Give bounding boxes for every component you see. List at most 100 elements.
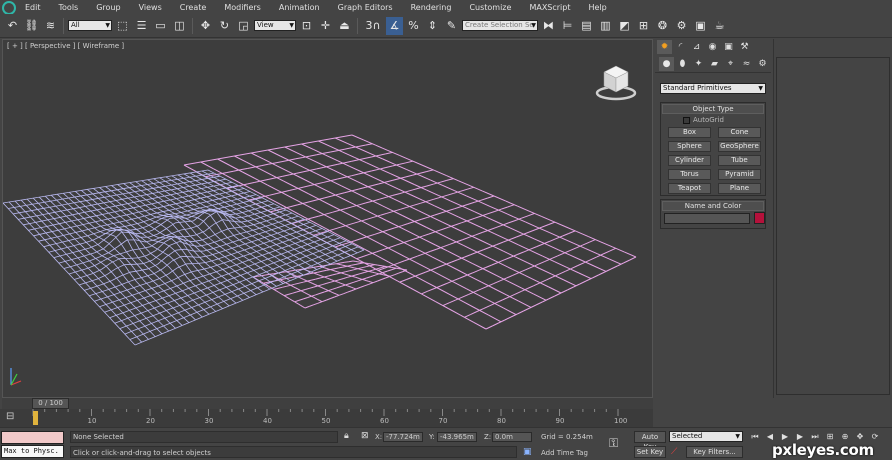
- viewcube-icon[interactable]: [595, 62, 637, 102]
- y-coordinate-field[interactable]: -43.965m: [437, 432, 477, 442]
- add-time-tag[interactable]: Add Time Tag: [541, 449, 588, 457]
- time-tag-icon[interactable]: ▣: [523, 447, 532, 457]
- pink-grid-line: [295, 143, 304, 146]
- layer-manager-icon[interactable]: ▤: [578, 17, 595, 35]
- key-filter-dropdown[interactable]: Selected: [669, 431, 743, 442]
- object-name-input[interactable]: [664, 213, 750, 224]
- menu-tools[interactable]: Tools: [50, 3, 88, 12]
- torus-button[interactable]: Torus: [668, 169, 711, 180]
- menu-create[interactable]: Create: [171, 3, 216, 12]
- sphere-button[interactable]: Sphere: [668, 141, 711, 152]
- plane-button[interactable]: Plane: [718, 183, 761, 194]
- object-color-swatch[interactable]: [754, 212, 765, 224]
- utilities-tab-icon[interactable]: ⚒: [737, 40, 752, 54]
- modify-tab-icon[interactable]: ◜: [673, 40, 688, 54]
- helpers-icon[interactable]: ⌖: [723, 57, 738, 71]
- menu-graph-editors[interactable]: Graph Editors: [329, 3, 402, 12]
- select-object-icon[interactable]: ⬚: [114, 17, 131, 35]
- pivot-center-icon[interactable]: ⊡: [298, 17, 315, 35]
- menu-animation[interactable]: Animation: [270, 3, 329, 12]
- menu-maxscript[interactable]: MAXScript: [520, 3, 579, 12]
- geosphere-button[interactable]: GeoSphere: [718, 141, 761, 152]
- selection-filter-dropdown[interactable]: All: [68, 20, 112, 31]
- cameras-icon[interactable]: ▰: [707, 57, 722, 71]
- spinner-snap-icon[interactable]: ⇕: [424, 17, 441, 35]
- tube-button[interactable]: Tube: [718, 155, 761, 166]
- viewport-label[interactable]: [ + ] [ Perspective ] [ Wireframe ]: [7, 42, 124, 50]
- snap-toggle-icon[interactable]: 3 ∩: [362, 17, 384, 35]
- named-selection-dropdown[interactable]: Create Selection Se: [462, 20, 538, 31]
- hierarchy-tab-icon[interactable]: ⊿: [689, 40, 704, 54]
- curve-editor-icon[interactable]: ◩: [616, 17, 633, 35]
- lights-icon[interactable]: ✦: [691, 57, 706, 71]
- edit-named-selection-icon[interactable]: ✎: [443, 17, 460, 35]
- app-logo-icon[interactable]: [0, 0, 16, 15]
- bind-space-warp-icon[interactable]: ≋: [42, 17, 59, 35]
- teapot-button[interactable]: Teapot: [668, 183, 711, 194]
- default-tangent-icon[interactable]: ⟋: [671, 447, 677, 457]
- select-manipulate-icon[interactable]: ✛: [317, 17, 334, 35]
- scale-icon[interactable]: ◲: [235, 17, 252, 35]
- autogrid-checkbox[interactable]: AutoGrid: [683, 116, 724, 124]
- keyboard-shortcut-icon[interactable]: ⏏: [336, 17, 353, 35]
- rectangular-selection-icon[interactable]: ▭: [152, 17, 169, 35]
- motion-tab-icon[interactable]: ◉: [705, 40, 720, 54]
- material-editor-icon[interactable]: ❂: [654, 17, 671, 35]
- perspective-viewport[interactable]: [ + ] [ Perspective ] [ Wireframe ]: [2, 39, 653, 398]
- z-coordinate-field[interactable]: 0.0m: [492, 432, 532, 442]
- mini-curve-editor-icon[interactable]: ⊟: [6, 411, 20, 423]
- cone-button[interactable]: Cone: [718, 127, 761, 138]
- go-to-start-icon[interactable]: ⏮: [749, 432, 761, 442]
- render-production-icon[interactable]: ☕: [711, 17, 728, 35]
- cylinder-button[interactable]: Cylinder: [668, 155, 711, 166]
- percent-snap-icon[interactable]: %: [405, 17, 422, 35]
- primitive-category-dropdown[interactable]: Standard Primitives: [660, 83, 766, 94]
- name-and-color-header[interactable]: Name and Color: [662, 201, 764, 211]
- menu-help[interactable]: Help: [580, 3, 616, 12]
- x-coordinate-field[interactable]: -77.724m: [383, 432, 423, 442]
- move-icon[interactable]: ✥: [197, 17, 214, 35]
- window-crossing-icon[interactable]: ◫: [171, 17, 188, 35]
- undo-icon[interactable]: ↶: [4, 17, 21, 35]
- menu-rendering[interactable]: Rendering: [402, 3, 461, 12]
- object-type-header[interactable]: Object Type: [662, 104, 764, 114]
- shapes-icon[interactable]: ⬮: [675, 57, 690, 71]
- maxscript-output[interactable]: Max to Physc.: [1, 445, 64, 458]
- pink-grid-line: [351, 266, 355, 269]
- space-warps-icon[interactable]: ≈: [739, 57, 754, 71]
- auto-key-button[interactable]: Auto Key: [634, 431, 666, 451]
- box-button[interactable]: Box: [668, 127, 711, 138]
- set-key-button[interactable]: Set Key: [634, 446, 666, 458]
- ribbon-icon[interactable]: ▥: [597, 17, 614, 35]
- time-slider[interactable]: 0 / 100: [2, 398, 653, 409]
- angle-snap-icon[interactable]: ∡: [386, 16, 403, 35]
- systems-icon[interactable]: ⚙: [755, 57, 770, 71]
- current-frame-marker[interactable]: [33, 411, 38, 425]
- align-icon[interactable]: ⊨: [559, 17, 576, 35]
- menu-modifiers[interactable]: Modifiers: [215, 3, 270, 12]
- create-tab-icon[interactable]: ✹: [657, 40, 672, 54]
- pyramid-button[interactable]: Pyramid: [718, 169, 761, 180]
- menu-customize[interactable]: Customize: [460, 3, 520, 12]
- menu-views[interactable]: Views: [130, 3, 171, 12]
- absolute-mode-icon[interactable]: ⊠: [361, 431, 369, 441]
- menu-edit[interactable]: Edit: [16, 3, 50, 12]
- menu-group[interactable]: Group: [87, 3, 129, 12]
- select-link-icon[interactable]: ⛓: [23, 17, 40, 35]
- autogrid-box[interactable]: [683, 116, 690, 124]
- time-slider-thumb[interactable]: 0 / 100: [32, 398, 69, 409]
- display-tab-icon[interactable]: ▣: [721, 40, 736, 54]
- render-setup-icon[interactable]: ⚙: [673, 17, 690, 35]
- select-by-name-icon[interactable]: ☰: [133, 17, 150, 35]
- lock-icon[interactable]: 🔒︎: [344, 431, 349, 441]
- rotate-icon[interactable]: ↻: [216, 17, 233, 35]
- track-bar[interactable]: ⊟ 10 20 30 40 50 60 70 80 90 100: [0, 409, 653, 427]
- reference-coordinate-dropdown[interactable]: View: [254, 20, 296, 31]
- set-key-mode-icon[interactable]: ⚿: [609, 436, 618, 451]
- key-filters-button[interactable]: Key Filters...: [686, 446, 743, 458]
- rendered-frame-icon[interactable]: ▣: [692, 17, 709, 35]
- schematic-view-icon[interactable]: ⊞: [635, 17, 652, 35]
- geometry-icon[interactable]: ●: [659, 56, 674, 71]
- mirror-icon[interactable]: ⧓: [540, 17, 557, 35]
- maxscript-listener-input[interactable]: [1, 431, 64, 444]
